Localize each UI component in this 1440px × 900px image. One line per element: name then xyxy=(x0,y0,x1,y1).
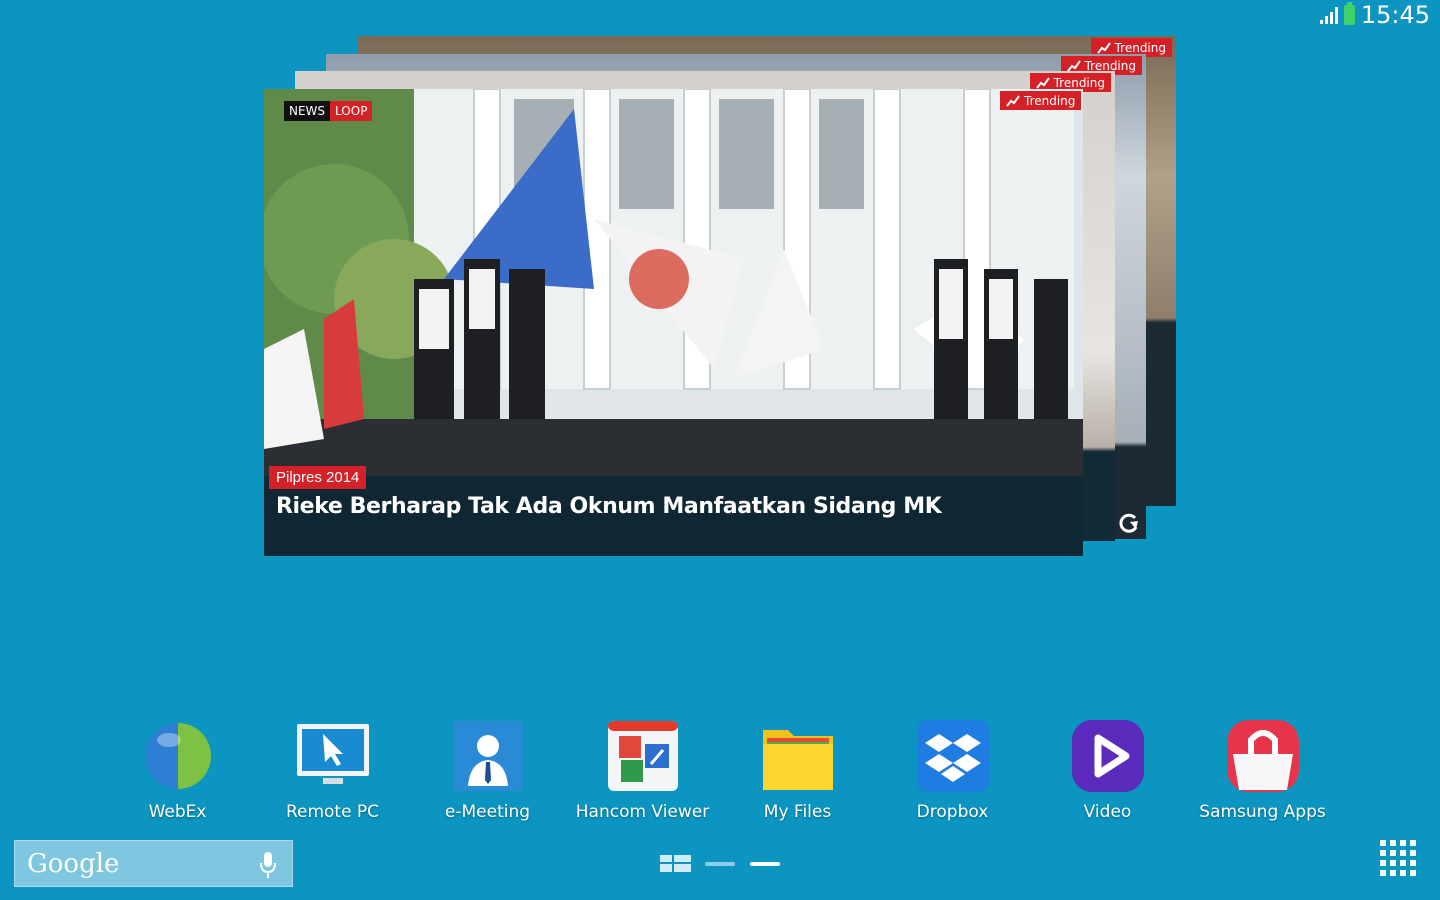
trending-label: Trending xyxy=(1053,75,1105,90)
rally-photo-illustration xyxy=(264,89,1083,476)
trending-icon xyxy=(1035,76,1050,89)
trending-label: Trending xyxy=(1114,40,1166,55)
folder-icon xyxy=(758,716,838,796)
news-loop-widget[interactable]: Trending Trending Trending NEWS LOOP Tre… xyxy=(264,36,1176,556)
e-meeting-person-icon xyxy=(448,716,528,796)
trending-icon xyxy=(1066,59,1081,72)
app-dropbox[interactable]: Dropbox xyxy=(875,716,1030,826)
news-category-badge[interactable]: Pilpres 2014 xyxy=(269,466,367,489)
app-my-files[interactable]: My Files xyxy=(720,716,875,826)
news-card-front[interactable]: NEWS LOOP Trending Pilpres 2014 Rieke Be… xyxy=(264,89,1083,556)
trending-icon xyxy=(1006,94,1020,107)
logo-loop-text: LOOP xyxy=(330,101,373,121)
app-samsung-apps[interactable]: Samsung Apps xyxy=(1185,716,1340,826)
microphone-icon[interactable] xyxy=(260,851,276,879)
page-overview-icon[interactable] xyxy=(660,855,691,872)
google-logo-text: Google xyxy=(27,849,120,879)
app-dock: WebEx Remote PC e-Meeting Hancom Viewer … xyxy=(100,716,1340,826)
samsung-apps-bag-icon xyxy=(1223,716,1303,796)
app-label: e-Meeting xyxy=(444,802,531,822)
app-remote-pc[interactable]: Remote PC xyxy=(255,716,410,826)
app-e-meeting[interactable]: e-Meeting xyxy=(410,716,565,826)
trending-icon xyxy=(1096,41,1111,54)
app-label: Video xyxy=(1083,802,1132,822)
signal-strength-icon xyxy=(1319,6,1338,24)
app-label: Dropbox xyxy=(916,802,989,822)
hancom-viewer-icon xyxy=(603,716,683,796)
video-play-icon xyxy=(1068,716,1148,796)
news-photo: NEWS LOOP Trending xyxy=(264,89,1083,476)
app-label: My Files xyxy=(763,802,832,822)
app-label: Hancom Viewer xyxy=(575,802,710,822)
app-label: Remote PC xyxy=(285,802,380,822)
app-video[interactable]: Video xyxy=(1030,716,1185,826)
news-loop-logo: NEWS LOOP xyxy=(284,101,373,121)
google-search-bar[interactable]: Google xyxy=(14,840,293,887)
battery-icon xyxy=(1343,2,1355,25)
app-label: Samsung Apps xyxy=(1199,802,1326,822)
apps-grid-icon[interactable] xyxy=(1380,840,1416,876)
remote-pc-monitor-icon xyxy=(293,716,373,796)
app-label: WebEx xyxy=(148,802,207,822)
trending-badge: Trending xyxy=(1000,91,1082,110)
page-dot-2-active[interactable] xyxy=(750,862,780,866)
webex-globe-icon xyxy=(138,716,218,796)
status-clock: 15:45 xyxy=(1360,1,1430,29)
status-bar: 15:45 xyxy=(0,0,1440,30)
app-webex[interactable]: WebEx xyxy=(100,716,255,826)
app-hancom-viewer[interactable]: Hancom Viewer xyxy=(565,716,720,826)
logo-news-text: NEWS xyxy=(284,101,331,121)
dropbox-icon xyxy=(913,716,993,796)
page-dot-1[interactable] xyxy=(705,862,735,866)
refresh-icon[interactable] xyxy=(1116,511,1142,537)
home-page-indicator[interactable] xyxy=(660,853,800,875)
news-headline[interactable]: Rieke Berharap Tak Ada Oknum Manfaatkan … xyxy=(276,494,942,519)
trending-label: Trending xyxy=(1024,93,1076,108)
